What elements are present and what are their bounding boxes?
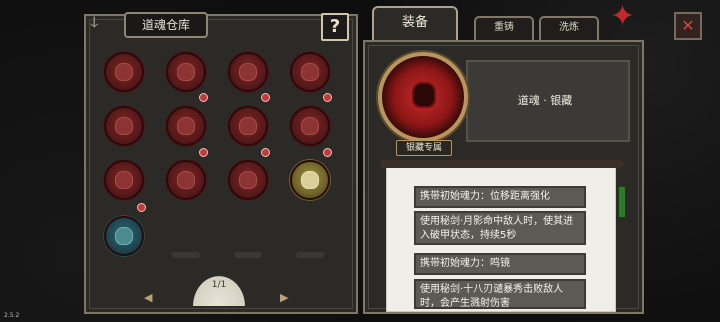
new-badge-icon	[199, 93, 208, 102]
soul-face-icon	[115, 63, 133, 81]
prev-page-arrow[interactable]: ◀	[144, 291, 152, 304]
effect-line: 使用秘剑·月影命中敌人时，使其进入破甲状态，持续5秒	[414, 211, 586, 245]
soul-face-icon	[239, 63, 257, 81]
soul-slot[interactable]	[166, 106, 206, 146]
new-badge-icon	[323, 93, 332, 102]
soul-face-icon	[115, 227, 133, 245]
soul-slot[interactable]	[290, 106, 330, 146]
soul-face-icon	[301, 117, 319, 135]
soul-face-icon	[239, 117, 257, 135]
soul-face-icon	[115, 171, 133, 189]
soul-slot[interactable]	[228, 52, 268, 92]
tab-refine[interactable]: 洗炼	[539, 16, 599, 40]
new-badge-icon	[323, 148, 332, 157]
new-badge-icon	[199, 148, 208, 157]
soul-face-icon	[177, 63, 195, 81]
tassel-ornament-icon: ↆ	[90, 12, 99, 31]
soul-slot-gold[interactable]	[290, 160, 330, 200]
tab-reforge[interactable]: 重铸	[474, 16, 534, 40]
pinwheel-icon: ✦	[610, 0, 636, 34]
new-badge-icon	[137, 203, 146, 212]
soul-face-icon	[301, 171, 319, 189]
soul-face-icon	[177, 171, 195, 189]
skull-orb-icon	[378, 52, 468, 142]
soul-face-icon	[301, 63, 319, 81]
storage-title: 道魂仓库	[124, 12, 208, 38]
version-label: 2.5.2	[4, 312, 20, 319]
scroll-rod	[380, 160, 624, 168]
jade-pendant-icon	[618, 186, 626, 218]
soul-face-icon	[239, 171, 257, 189]
soul-slot[interactable]	[166, 160, 206, 200]
effect-line: 携带初始魂力：位移距离强化	[414, 186, 586, 208]
soul-slot[interactable]	[104, 160, 144, 200]
soul-face-icon	[115, 117, 133, 135]
soul-slot[interactable]	[228, 160, 268, 200]
effect-line: 携带初始魂力：鸣镜	[414, 253, 586, 275]
close-button[interactable]: ✕	[674, 12, 702, 40]
empty-slot-placeholder	[296, 252, 324, 258]
empty-slot-placeholder	[172, 252, 200, 258]
help-button[interactable]: ?	[321, 13, 349, 41]
soul-name: 道魂 · 银藏	[517, 94, 573, 107]
new-badge-icon	[261, 148, 270, 157]
soul-slot[interactable]	[228, 106, 268, 146]
soul-slot-teal[interactable]	[104, 216, 144, 256]
page-indicator: 1/1	[211, 280, 227, 290]
empty-slot-placeholder	[234, 252, 262, 258]
next-page-arrow[interactable]: ▶	[280, 291, 288, 304]
soul-face-icon	[177, 117, 195, 135]
soul-slot[interactable]	[166, 52, 206, 92]
effect-line: 使用秘剑·十八刃谴暴秀击败敌人时，会产生溅射伤害	[414, 279, 586, 309]
skull-icon	[412, 82, 436, 108]
soul-tag: 银藏专属	[396, 140, 452, 156]
soul-slot[interactable]	[104, 52, 144, 92]
new-badge-icon	[261, 93, 270, 102]
tab-equip[interactable]: 装备	[372, 6, 458, 40]
soul-slot[interactable]	[290, 52, 330, 92]
soul-slot[interactable]	[104, 106, 144, 146]
